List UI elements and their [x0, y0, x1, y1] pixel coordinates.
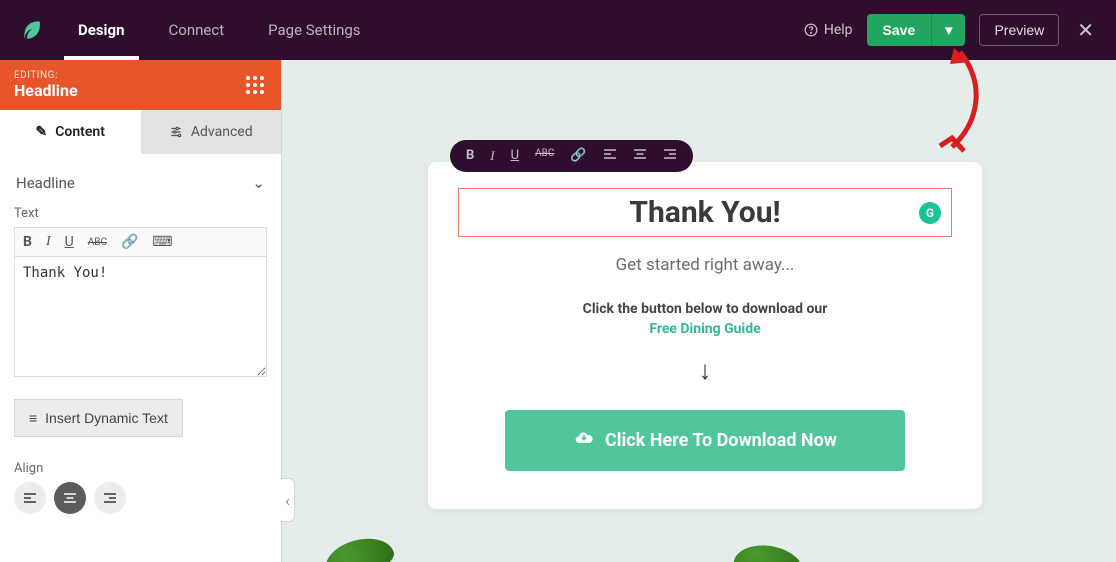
align-buttons [14, 482, 267, 514]
download-cta-button[interactable]: Click Here To Download Now [505, 410, 905, 471]
save-dropdown-button[interactable]: ▼ [931, 14, 965, 46]
chevron-down-icon: ⌄ [252, 174, 265, 192]
headline-text: Thank You! [629, 195, 780, 230]
headline-element[interactable]: Thank You! G [458, 188, 952, 237]
save-button-group: Save ▼ [867, 14, 966, 46]
tab-connect[interactable]: Connect [147, 0, 247, 60]
floating-text-toolbar: B I U ABC 🔗 [450, 140, 693, 172]
download-cta-label: Click Here To Download Now [605, 430, 837, 451]
pencil-icon: ✎ [36, 124, 48, 140]
drag-handle-icon[interactable] [243, 73, 267, 97]
float-underline-icon[interactable]: U [511, 148, 519, 164]
top-right: Help Save ▼ Preview ✕ [804, 14, 1116, 46]
float-link-icon[interactable]: 🔗 [570, 148, 586, 164]
sidebar-tabs: ✎ Content Advanced [0, 110, 281, 154]
grammarly-badge-icon[interactable]: G [919, 202, 941, 224]
help-icon [804, 23, 818, 37]
float-bold-icon[interactable]: B [466, 148, 474, 164]
sidebar-tab-advanced[interactable]: Advanced [141, 110, 282, 154]
preview-button[interactable]: Preview [979, 14, 1059, 46]
body-line-1[interactable]: Click the button below to download our [458, 301, 952, 317]
sidebar-body: Headline ⌄ Text B I U ABC 🔗 ⌨ ≡ Insert D… [0, 154, 281, 528]
section-headline-toggle[interactable]: Headline ⌄ [14, 168, 267, 206]
insert-dynamic-text-label: Insert Dynamic Text [45, 410, 168, 426]
sidebar: EDITING: Headline ✎ Content Advanced Hea… [0, 60, 282, 562]
cloud-download-icon [573, 428, 595, 453]
save-button[interactable]: Save [867, 14, 932, 46]
text-editor-toolbar: B I U ABC 🔗 ⌨ [14, 227, 267, 257]
close-button[interactable]: ✕ [1073, 18, 1098, 42]
text-field-label: Text [14, 206, 267, 221]
headline-text-input[interactable] [14, 257, 267, 377]
float-strikethrough-icon[interactable]: ABC [535, 148, 554, 164]
align-right-button[interactable] [94, 482, 126, 514]
top-bar: Design Connect Page Settings Help Save ▼… [0, 0, 1116, 60]
bold-icon[interactable]: B [23, 234, 32, 250]
sliders-icon [169, 125, 183, 139]
float-italic-icon[interactable]: I [490, 148, 494, 164]
section-headline-title: Headline [16, 174, 75, 192]
sidebar-header: EDITING: Headline [0, 60, 281, 110]
tab-design[interactable]: Design [56, 0, 147, 60]
float-align-right-icon[interactable] [663, 148, 677, 164]
sidebar-tab-content[interactable]: ✎ Content [0, 110, 141, 154]
sidebar-tab-advanced-label: Advanced [191, 124, 253, 140]
close-icon: ✕ [1077, 18, 1094, 42]
italic-icon[interactable]: I [46, 234, 51, 250]
align-field-label: Align [14, 461, 267, 476]
editor-canvas[interactable]: B I U ABC 🔗 Thank You! G Get started rig… [282, 60, 1116, 562]
app-logo-icon [8, 6, 56, 54]
keyboard-icon[interactable]: ⌨ [152, 234, 172, 250]
editing-element-title: Headline [14, 81, 78, 100]
insert-dynamic-text-button[interactable]: ≡ Insert Dynamic Text [14, 399, 183, 437]
help-link[interactable]: Help [804, 22, 853, 38]
bg-leaf-icon [321, 532, 398, 562]
align-center-button[interactable] [54, 482, 86, 514]
body-line-2[interactable]: Free Dining Guide [458, 321, 952, 337]
arrow-down-icon: ↓ [458, 355, 952, 386]
align-left-button[interactable] [14, 482, 46, 514]
float-align-center-icon[interactable] [633, 148, 647, 164]
strikethrough-icon[interactable]: ABC [88, 237, 107, 248]
float-align-left-icon[interactable] [603, 148, 617, 164]
underline-icon[interactable]: U [65, 234, 74, 250]
editing-label: EDITING: [14, 70, 78, 81]
page-card[interactable]: B I U ABC 🔗 Thank You! G Get started rig… [428, 162, 982, 509]
help-label: Help [824, 22, 853, 38]
caret-down-icon: ▼ [942, 23, 955, 38]
tab-page-settings[interactable]: Page Settings [246, 0, 382, 60]
sidebar-tab-content-label: Content [55, 124, 105, 140]
subheadline-text[interactable]: Get started right away... [458, 255, 952, 275]
link-icon[interactable]: 🔗 [121, 234, 138, 250]
bg-leaf-icon [731, 540, 806, 562]
code-icon: ≡ [29, 410, 37, 426]
